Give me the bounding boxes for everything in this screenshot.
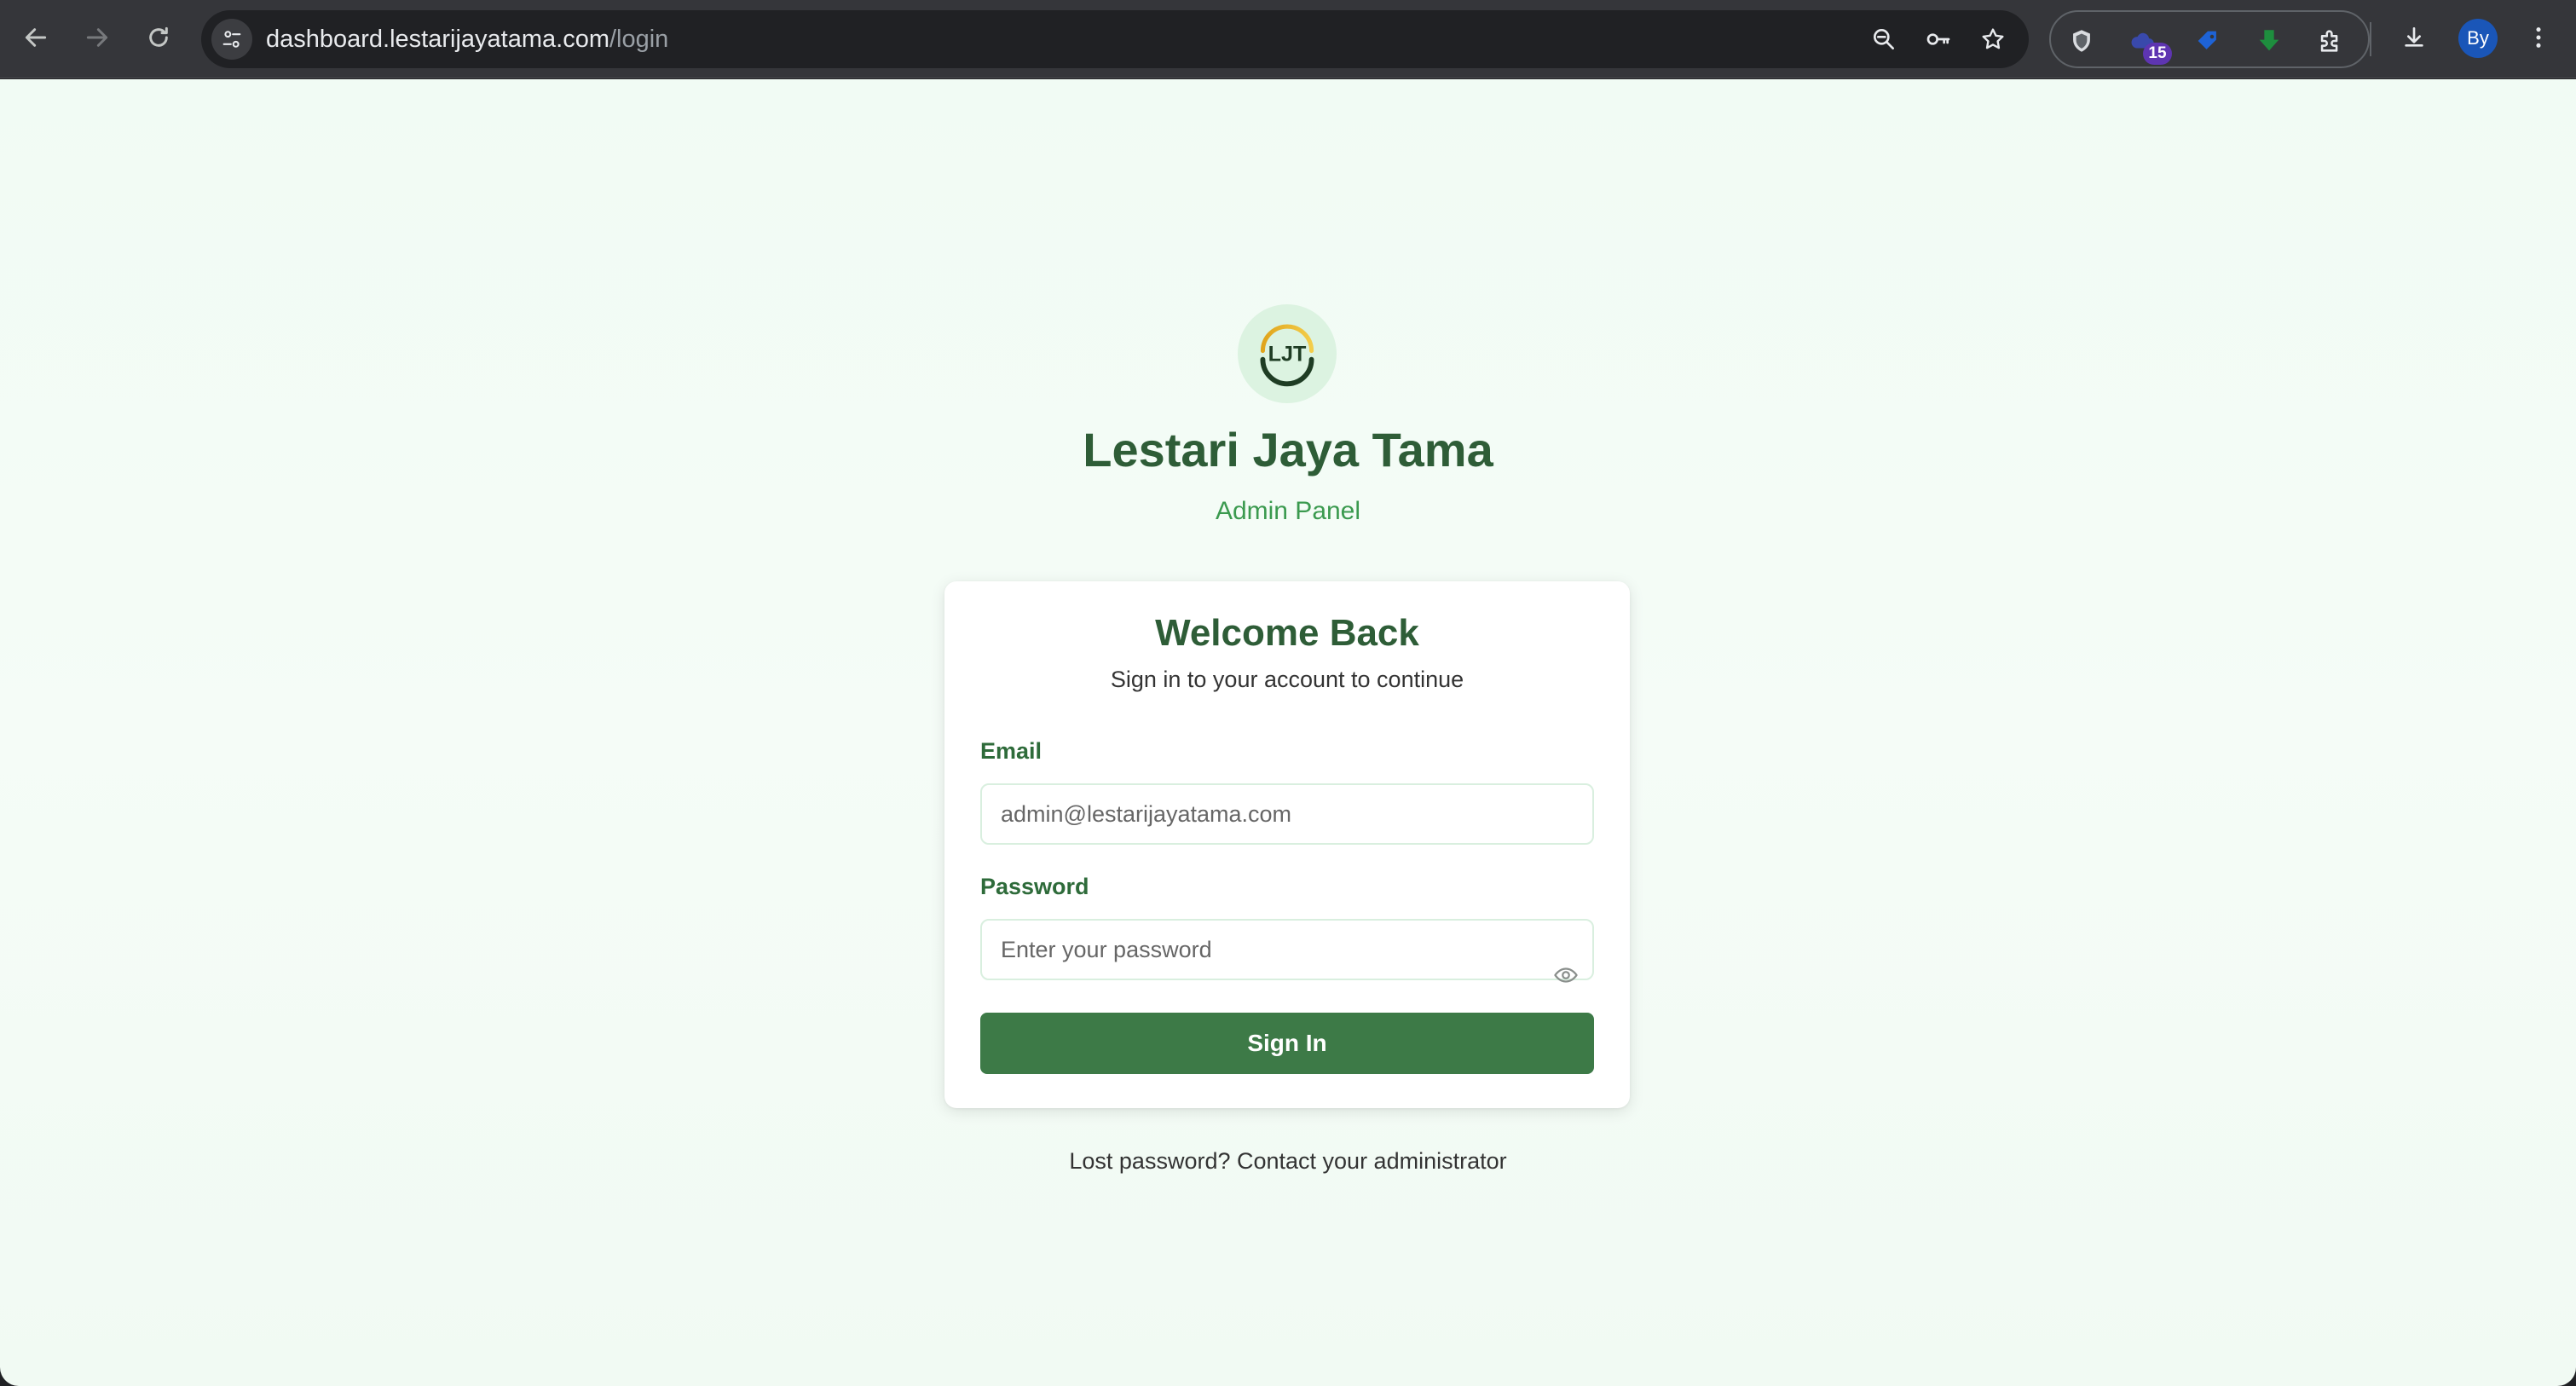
profile-avatar[interactable]: By xyxy=(2458,19,2498,58)
email-field[interactable] xyxy=(980,783,1594,845)
extension-tag[interactable] xyxy=(2187,20,2228,61)
forward-button[interactable] xyxy=(77,17,118,58)
arrow-left-icon xyxy=(25,28,47,47)
lost-password-link[interactable]: Lost password? Contact your administrato… xyxy=(0,1148,2576,1175)
zoom-button[interactable] xyxy=(1863,19,1904,60)
ljt-logo-icon: LJT xyxy=(1260,324,1314,387)
back-button[interactable] xyxy=(15,17,56,58)
toggle-password-visibility[interactable] xyxy=(1551,961,1580,990)
brand-title: Lestari Jaya Tama xyxy=(1083,423,1493,476)
password-manager-button[interactable] xyxy=(1918,19,1959,60)
login-title: Welcome Back xyxy=(1155,612,1419,654)
green-arrow-down-icon xyxy=(2259,30,2279,51)
tag-icon xyxy=(2198,31,2216,49)
tune-icon xyxy=(222,31,241,48)
eye-icon xyxy=(1554,967,1578,983)
extension-download-arrow[interactable] xyxy=(2249,20,2290,61)
logo-text: LJT xyxy=(1268,342,1307,366)
extension-badge: 15 xyxy=(2143,43,2172,65)
site-info-button[interactable] xyxy=(211,19,252,60)
address-bar[interactable]: dashboard.lestarijayatama.com/login xyxy=(201,10,2029,68)
shield-icon xyxy=(2073,30,2090,52)
arrow-right-icon xyxy=(86,28,108,47)
bookmark-button[interactable] xyxy=(1972,19,2013,60)
extension-cloud[interactable]: 15 xyxy=(2123,20,2172,65)
reload-icon xyxy=(149,26,168,47)
kebab-menu-icon xyxy=(2536,27,2541,48)
reload-button[interactable] xyxy=(138,17,179,58)
zoom-out-icon xyxy=(1874,28,1894,49)
extensions-group: 15 xyxy=(2049,10,2370,68)
brand-subtitle: Admin Panel xyxy=(1215,497,1361,525)
brand-logo: LJT xyxy=(1238,304,1337,403)
puzzle-icon xyxy=(2320,30,2338,52)
key-icon xyxy=(1926,33,1950,45)
password-field[interactable] xyxy=(980,919,1594,980)
extensions-menu-button[interactable] xyxy=(2310,20,2351,61)
sign-in-button[interactable]: Sign In xyxy=(980,1013,1594,1074)
login-page: LJT Lestari Jaya Tama Admin Panel Welcom… xyxy=(0,79,2576,1386)
star-icon xyxy=(1982,28,2004,49)
password-label: Password xyxy=(980,874,1089,899)
login-subtitle: Sign in to your account to continue xyxy=(1110,667,1464,692)
toolbar-separator xyxy=(2370,22,2371,56)
url-host: dashboard.lestarijayatama.com xyxy=(266,26,609,53)
url-text[interactable]: dashboard.lestarijayatama.com/login xyxy=(266,10,668,68)
url-path: /login xyxy=(609,26,669,53)
browser-toolbar: dashboard.lestarijayatama.com/login 15 B… xyxy=(0,0,2576,78)
extension-shield[interactable] xyxy=(2061,20,2102,61)
downloads-button[interactable] xyxy=(2394,17,2434,58)
browser-menu-button[interactable] xyxy=(2518,17,2559,58)
email-label: Email xyxy=(980,738,1043,764)
login-card: Welcome Back Sign in to your account to … xyxy=(944,581,1630,1108)
download-icon xyxy=(2405,27,2423,47)
